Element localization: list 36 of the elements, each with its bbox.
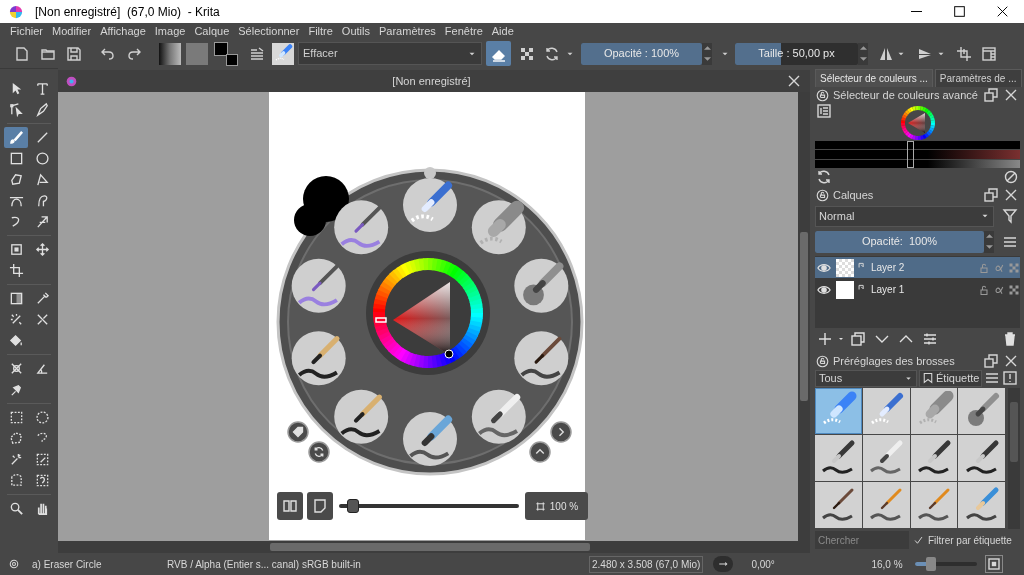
panel-title: Calques (833, 187, 875, 203)
layer-opacity-slider[interactable]: Opacité: 100% (815, 230, 984, 253)
layer-name: Layer 1 (871, 283, 906, 297)
menu-item[interactable]: Paramètres (375, 24, 440, 38)
menu-item[interactable]: Fenêtre (440, 24, 487, 38)
menu-item[interactable]: Outils (337, 24, 374, 38)
menu-item[interactable]: Sélectionner (234, 24, 304, 38)
opacity-slider[interactable]: Opacité : 100% (581, 42, 702, 65)
menu-item[interactable]: Affichage (96, 24, 150, 38)
menu-item[interactable]: Aide (487, 24, 518, 38)
menu-item[interactable]: Fichier (6, 24, 47, 38)
layer-name: Layer 2 (871, 261, 906, 275)
status-text: 2.480 x 3.508 (67,0 Mio) (589, 555, 704, 573)
tag-button[interactable]: Étiquette (919, 369, 983, 387)
menu-item[interactable]: Modifier (48, 24, 96, 38)
zoom-level: 16,0 % (871, 557, 904, 572)
search-field[interactable]: Chercher (815, 531, 909, 549)
dock-tab[interactable]: Sélecteur de couleurs ... (815, 69, 933, 87)
blend-mode-dropdown[interactable]: Normal (815, 205, 994, 227)
document-title: [Non enregistré] (391, 73, 472, 89)
dock-tab[interactable]: Paramètres de ... (934, 69, 1022, 87)
window-title: [Non enregistré] (67,0 Mio) - Krita (35, 3, 220, 21)
status-text: RVB / Alpha (Entier s... canal) sRGB built-in (167, 557, 362, 572)
panel-title: Préréglages des brosses (833, 353, 956, 369)
layer-row[interactable]: Layer 1 (815, 279, 1020, 300)
menu-item[interactable]: Calque (190, 24, 234, 38)
layer-row[interactable]: Layer 2 (815, 257, 1020, 278)
tag-dropdown[interactable]: Tous (815, 369, 917, 387)
zoom-button[interactable]: 100 % (525, 492, 588, 520)
panel-title: Sélecteur de couleurs avancé (833, 87, 979, 103)
menu-item[interactable]: Image (150, 24, 190, 38)
filter-checkbox[interactable]: Filtrer par étiquette (913, 532, 1012, 548)
menu-item[interactable]: Filtre (304, 24, 337, 38)
status-text: a) Eraser Circle (32, 557, 103, 572)
status-text: 0,00° (751, 557, 776, 572)
preset-dropdown[interactable]: Effacer (298, 42, 482, 65)
